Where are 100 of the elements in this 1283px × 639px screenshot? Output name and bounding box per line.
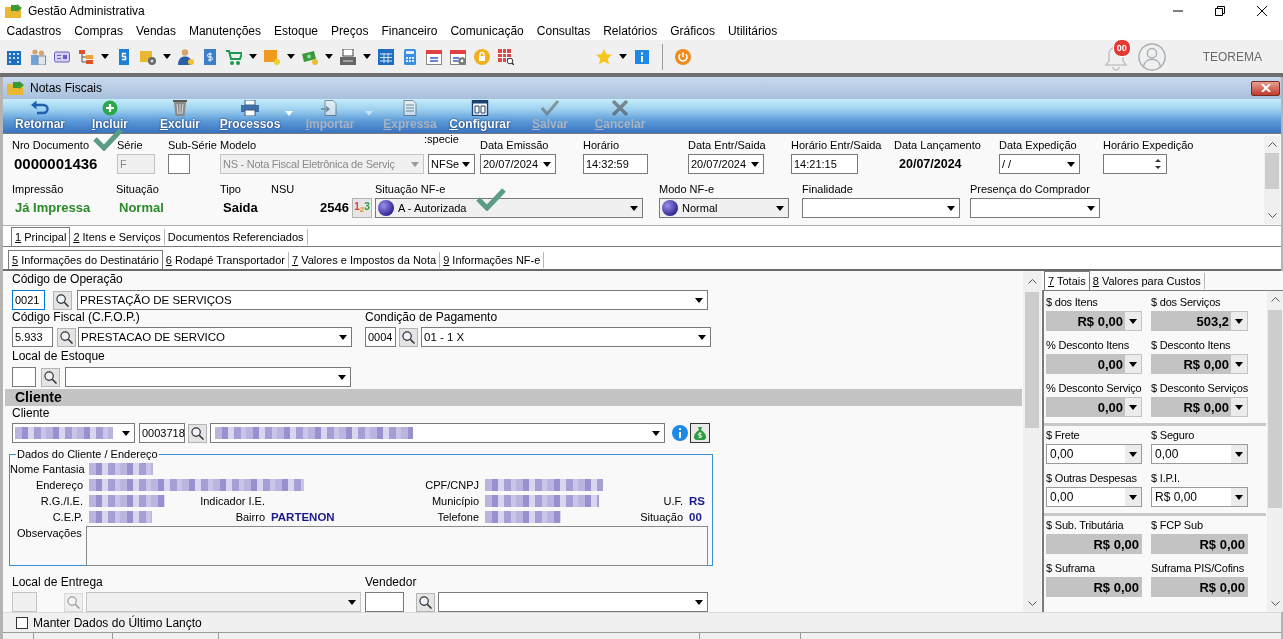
menu-item[interactable]: Relatórios bbox=[596, 23, 664, 39]
code-field[interactable] bbox=[365, 592, 404, 612]
caret-icon[interactable] bbox=[1129, 494, 1137, 500]
code-field[interactable]: 0003718 bbox=[139, 423, 185, 443]
amount-field[interactable]: 0,00 bbox=[1151, 444, 1248, 464]
box-gear-icon[interactable] bbox=[140, 48, 156, 65]
client-type-dropdown[interactable] bbox=[12, 423, 135, 443]
amount-field[interactable]: R$ 0,00 bbox=[1151, 487, 1248, 507]
caret-icon[interactable] bbox=[1235, 451, 1243, 457]
client-dropdown[interactable] bbox=[210, 423, 665, 443]
user-name[interactable]: TEOREMA bbox=[1202, 49, 1262, 64]
tab[interactable]: 7 Valores e Impostos da Nota bbox=[289, 252, 441, 268]
tab[interactable]: 1 Principal bbox=[11, 227, 71, 246]
notes-field[interactable] bbox=[86, 526, 708, 566]
code-field[interactable]: 0004 bbox=[365, 327, 396, 347]
document-icon[interactable] bbox=[116, 48, 132, 65]
caret-icon[interactable] bbox=[249, 54, 257, 59]
cash-register-icon[interactable] bbox=[340, 48, 356, 65]
hierarchy-icon[interactable] bbox=[78, 48, 94, 65]
caret-icon[interactable] bbox=[325, 54, 333, 59]
code-field[interactable] bbox=[12, 367, 36, 387]
caret-icon[interactable] bbox=[1129, 451, 1137, 457]
seller-dropdown[interactable] bbox=[438, 592, 708, 612]
time-field[interactable]: 14:32:59 bbox=[583, 154, 648, 174]
caret-icon[interactable] bbox=[1235, 318, 1243, 324]
scrollbar-thumb[interactable] bbox=[1268, 310, 1282, 508]
calculator-icon[interactable] bbox=[402, 48, 418, 65]
amount-field[interactable]: 0,00 bbox=[1046, 444, 1142, 464]
scrollbar[interactable] bbox=[1267, 291, 1283, 612]
chevron-down-icon[interactable] bbox=[1267, 213, 1277, 218]
time-spinner[interactable] bbox=[1103, 154, 1167, 174]
menu-item[interactable]: Manutenções bbox=[182, 23, 268, 39]
date-picker[interactable]: / / bbox=[999, 154, 1080, 174]
search-button[interactable] bbox=[53, 290, 72, 310]
menu-item[interactable]: Comunicação bbox=[443, 23, 531, 39]
menu-item[interactable]: Compras bbox=[67, 23, 130, 39]
caret-icon[interactable] bbox=[1129, 318, 1137, 324]
type-dropdown[interactable]: NFSe bbox=[428, 154, 475, 174]
amount-field[interactable]: 0,00 bbox=[1046, 487, 1142, 507]
caret-icon[interactable] bbox=[1129, 361, 1137, 367]
restore-icon[interactable] bbox=[1215, 6, 1225, 16]
caret-icon[interactable] bbox=[363, 54, 371, 59]
bank-icon[interactable] bbox=[202, 48, 218, 65]
calendar-icon[interactable] bbox=[426, 48, 442, 65]
caret-icon[interactable] bbox=[163, 54, 171, 59]
building-icon[interactable] bbox=[6, 48, 22, 65]
caret-icon[interactable] bbox=[619, 54, 627, 59]
scrollbar[interactable] bbox=[1264, 136, 1280, 224]
info-icon[interactable] bbox=[634, 48, 650, 65]
code-field[interactable]: 5.933 bbox=[12, 327, 53, 347]
chevron-up-icon[interactable] bbox=[1270, 297, 1280, 302]
menu-item[interactable]: Consultas bbox=[530, 23, 597, 39]
search-button[interactable] bbox=[41, 367, 60, 387]
tab[interactable]: 7 Totais bbox=[1044, 271, 1090, 290]
caret-icon[interactable] bbox=[101, 54, 109, 59]
menu-item[interactable]: Preços bbox=[324, 23, 375, 39]
caret-icon[interactable] bbox=[287, 54, 295, 59]
search-button[interactable] bbox=[399, 327, 418, 347]
search-button[interactable] bbox=[416, 592, 435, 612]
menu-item[interactable]: Gráficos bbox=[663, 23, 722, 39]
scrollbar[interactable] bbox=[1023, 271, 1041, 612]
chevron-up-icon[interactable] bbox=[1267, 142, 1277, 147]
search-button[interactable] bbox=[188, 423, 207, 443]
tab[interactable]: 9 Informações NF-e bbox=[440, 252, 545, 268]
close-icon[interactable] bbox=[1257, 6, 1267, 16]
tab[interactable]: Documentos Referenciados bbox=[164, 229, 308, 245]
people-icon[interactable] bbox=[30, 48, 46, 65]
calendar-grid-icon[interactable] bbox=[378, 48, 394, 65]
time-field[interactable]: 14:21:15 bbox=[791, 154, 858, 174]
stock-location-dropdown[interactable] bbox=[65, 367, 351, 387]
amount-field[interactable]: 0,00 bbox=[1046, 354, 1142, 374]
menu-item[interactable]: Estoque bbox=[267, 23, 325, 39]
table-search-icon[interactable] bbox=[498, 48, 514, 65]
amount-field[interactable]: R$ 0,00 bbox=[1046, 311, 1142, 331]
power-icon[interactable] bbox=[675, 48, 691, 65]
mode-dropdown[interactable]: Normal bbox=[659, 198, 789, 218]
tab[interactable]: 2 Itens e Serviços bbox=[70, 229, 165, 245]
caret-icon[interactable] bbox=[1235, 494, 1243, 500]
search-button[interactable] bbox=[57, 327, 76, 347]
chevron-down-icon[interactable] bbox=[1270, 601, 1280, 606]
date-picker[interactable]: 20/07/2024 bbox=[480, 154, 556, 174]
buyer-presence-dropdown[interactable] bbox=[970, 198, 1100, 218]
amount-field[interactable]: R$ 0,00 bbox=[1151, 354, 1248, 374]
checkbox[interactable] bbox=[16, 616, 28, 629]
amount-field[interactable]: R$ 0,00 bbox=[1151, 397, 1248, 417]
cfop-dropdown[interactable]: PRESTACAO DE SERVICO bbox=[78, 327, 352, 347]
tab[interactable]: 5 Informações do Destinatário bbox=[8, 250, 163, 269]
amount-field[interactable]: 503,2 bbox=[1151, 311, 1248, 331]
close-button[interactable] bbox=[1251, 80, 1280, 96]
code-field[interactable]: 0021 bbox=[12, 290, 45, 310]
payment-dropdown[interactable]: 01 - 1 X bbox=[421, 327, 711, 347]
date-picker[interactable]: 20/07/2024 bbox=[688, 154, 764, 174]
caret-icon[interactable] bbox=[1129, 404, 1137, 410]
tab[interactable]: 8 Valores para Custos bbox=[1089, 273, 1205, 289]
money-bag-button[interactable] bbox=[690, 423, 710, 443]
menu-item[interactable]: Vendas bbox=[129, 23, 183, 39]
menu-item[interactable]: Cadastros bbox=[0, 23, 68, 39]
chevron-down-icon[interactable] bbox=[1027, 601, 1037, 606]
money-icon[interactable] bbox=[302, 48, 318, 65]
info-icon[interactable] bbox=[672, 425, 688, 441]
